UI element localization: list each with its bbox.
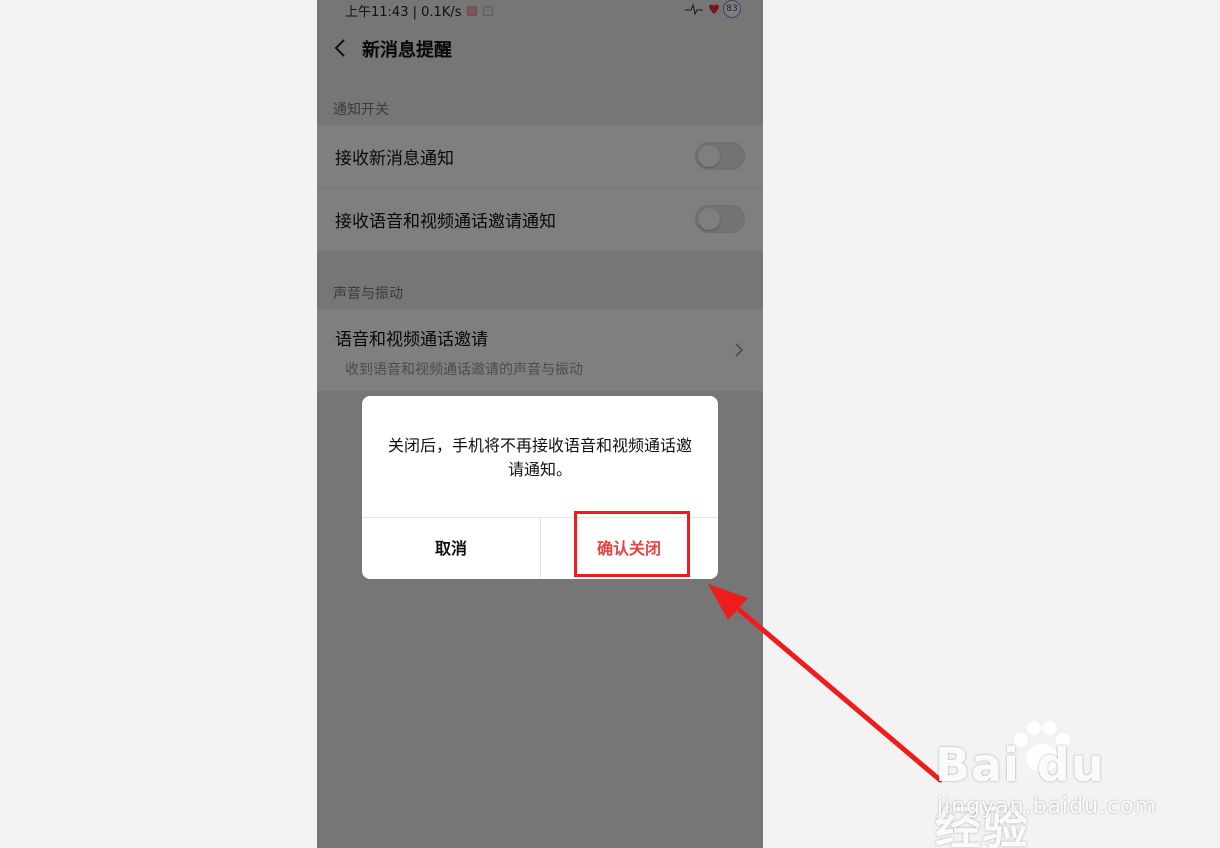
watermark-url: jingyan.baidu.com — [937, 794, 1158, 819]
watermark: Bai du 经验 jingyan.baidu.com — [935, 718, 1165, 848]
watermark-logo: Bai du 经验 — [935, 738, 1105, 848]
page: 上午11:43 | 0.1K/s 83 新消息提醒 通知开关 接收新消息通知 — [0, 0, 1220, 848]
highlight-box — [574, 511, 690, 577]
annotation-arrow-icon — [708, 584, 943, 783]
phone-screen: 上午11:43 | 0.1K/s 83 新消息提醒 通知开关 接收新消息通知 — [317, 0, 763, 848]
cancel-button[interactable]: 取消 — [362, 518, 540, 579]
dialog-message: 关闭后，手机将不再接收语音和视频通话邀请通知。 — [387, 436, 692, 479]
